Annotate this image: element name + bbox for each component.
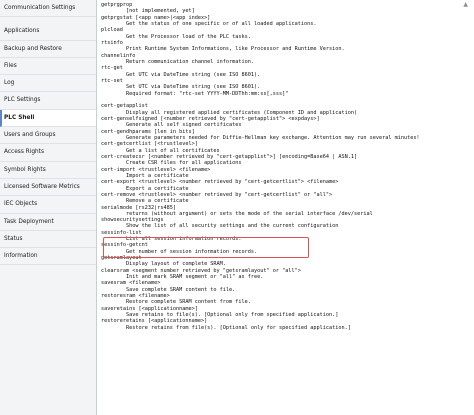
sidebar-item-task-deployment[interactable]: Task Deployment — [0, 214, 96, 231]
sidebar-item-users-and-groups[interactable]: Users and Groups — [0, 127, 96, 145]
sidebar-item-symbol-rights[interactable]: Symbol Rights — [0, 162, 96, 179]
sidebar-item-access-rights[interactable]: Access Rights — [0, 144, 96, 162]
sidebar-nav: Communication Settings Applications Back… — [0, 0, 97, 415]
sidebar-item-log[interactable]: Log — [0, 75, 96, 93]
sidebar-item-information[interactable]: Information — [0, 248, 96, 266]
sidebar-item-communication-settings[interactable]: Communication Settings — [0, 0, 96, 18]
sidebar-item-applications[interactable]: Applications — [0, 23, 96, 41]
plc-shell-panel: getprgprop [not implemented, yet] getprg… — [97, 0, 474, 415]
shell-output-text: getprgprop [not implemented, yet] getprg… — [101, 2, 420, 331]
sidebar-item-backup-and-restore[interactable]: Backup and Restore — [0, 41, 96, 58]
sidebar-item-iec-objects[interactable]: IEC Objects — [0, 196, 96, 214]
sidebar-item-status[interactable]: Status — [0, 231, 96, 249]
sidebar-item-plc-settings[interactable]: PLC Settings — [0, 92, 96, 110]
sidebar-item-plc-shell[interactable]: PLC Shell — [0, 109, 96, 128]
sidebar-item-files[interactable]: Files — [0, 58, 96, 76]
sidebar-item-licensed-software-metrics[interactable]: Licensed Software Metrics — [0, 179, 96, 197]
scroll-up-arrow-icon[interactable]: ▲ — [463, 2, 468, 8]
